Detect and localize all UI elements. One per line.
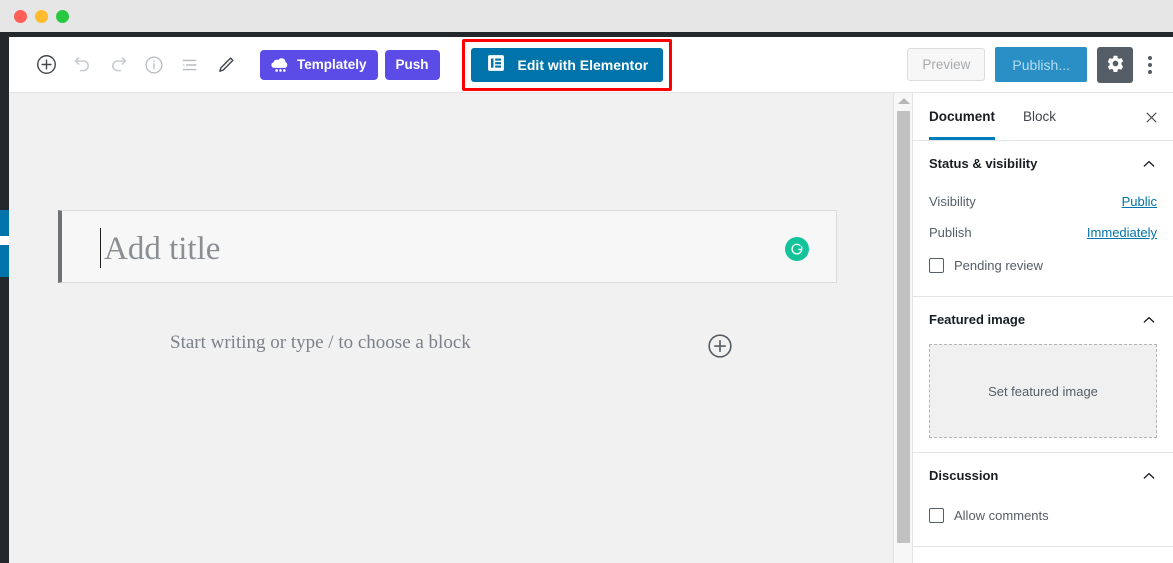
elementor-label: Edit with Elementor [517, 56, 649, 73]
grammarly-icon[interactable] [785, 237, 809, 261]
window-zoom-button[interactable] [56, 9, 69, 23]
elementor-highlight-box: Edit with Elementor [461, 38, 673, 91]
set-featured-image-button[interactable]: Set featured image [929, 344, 1157, 438]
kebab-dot [1148, 69, 1152, 74]
tab-block[interactable]: Block [1023, 93, 1056, 140]
scroll-up-arrow-icon[interactable] [898, 98, 910, 104]
publish-button[interactable]: Publish... [995, 47, 1087, 82]
editor-window: Templately Push Edit with Elementor Prev… [0, 0, 1173, 563]
redo-icon[interactable] [100, 47, 136, 83]
pending-review-checkbox[interactable] [929, 257, 944, 273]
row-allow-comments: Allow comments [929, 498, 1157, 532]
pending-review-label: Pending review [954, 257, 1043, 273]
templately-label: Templately [297, 57, 367, 72]
more-options-button[interactable] [1135, 47, 1165, 83]
header-left-tools: Templately Push Edit with Elementor [28, 37, 673, 92]
kebab-dot [1148, 55, 1152, 60]
templately-cloud-icon [271, 55, 290, 75]
settings-gear-button[interactable] [1097, 46, 1133, 83]
templately-button[interactable]: Templately [260, 49, 378, 80]
editor-canvas: Add title Start writing or type / to cho… [9, 93, 893, 563]
kebab-dot [1148, 62, 1152, 67]
settings-sidebar: Document Block Status & visibility Visib… [912, 93, 1173, 563]
chevron-up-icon[interactable] [1141, 312, 1157, 328]
window-titlebar [0, 0, 1173, 32]
paragraph-placeholder[interactable]: Start writing or type / to choose a bloc… [170, 332, 471, 354]
panel-title: Discussion [929, 468, 999, 483]
panel-status-visibility-header[interactable]: Status & visibility [929, 141, 1157, 186]
info-icon[interactable] [136, 47, 172, 83]
row-publish: Publish Immediately [929, 217, 1157, 248]
admin-menu-highlight-3 [0, 245, 9, 277]
allow-comments-label: Allow comments [954, 507, 1049, 523]
window-close-button[interactable] [14, 9, 27, 23]
panel-featured-image-header[interactable]: Featured image [929, 297, 1157, 342]
panel-discussion-header[interactable]: Discussion [929, 453, 1157, 498]
visibility-value-link[interactable]: Public [1122, 194, 1157, 209]
publish-value-link[interactable]: Immediately [1087, 225, 1157, 240]
edit-pencil-icon[interactable] [208, 47, 244, 83]
tab-document[interactable]: Document [929, 93, 996, 140]
post-title-field[interactable]: Add title [58, 210, 837, 283]
row-visibility: Visibility Public [929, 186, 1157, 217]
chevron-up-icon[interactable] [1141, 156, 1157, 172]
push-label: Push [395, 57, 429, 72]
admin-menu-highlight-1 [0, 210, 9, 236]
push-button[interactable]: Push [384, 49, 440, 80]
gear-icon [1106, 54, 1125, 76]
scrollbar-thumb[interactable] [897, 111, 910, 543]
publish-label: Publish [929, 225, 972, 240]
visibility-label: Visibility [929, 194, 976, 209]
admin-menu-highlight-2 [0, 236, 9, 245]
panel-title: Status & visibility [929, 156, 1038, 171]
allow-comments-checkbox[interactable] [929, 507, 944, 523]
preview-button[interactable]: Preview [907, 48, 986, 81]
canvas-scrollbar[interactable] [893, 93, 912, 563]
undo-icon[interactable] [64, 47, 100, 83]
post-title-placeholder: Add title [104, 231, 221, 267]
elementor-document-icon [486, 53, 506, 76]
text-cursor [100, 228, 101, 268]
panel-title: Featured image [929, 312, 1026, 327]
sidebar-tabs: Document Block [913, 93, 1173, 141]
window-minimize-button[interactable] [35, 9, 48, 23]
close-icon[interactable] [1139, 105, 1163, 129]
header-right-tools: Preview Publish... [907, 37, 1165, 92]
editor-header: Templately Push Edit with Elementor Prev… [9, 37, 1173, 93]
edit-with-elementor-button[interactable]: Edit with Elementor [470, 47, 664, 82]
panel-discussion: Discussion Allow comments [913, 453, 1173, 547]
list-view-icon[interactable] [172, 47, 208, 83]
panel-status-visibility: Status & visibility Visibility Public Pu… [913, 141, 1173, 297]
add-block-icon[interactable] [28, 47, 64, 83]
wp-admin-sidebar-rail[interactable] [0, 37, 9, 563]
chevron-up-icon[interactable] [1141, 468, 1157, 484]
row-pending-review: Pending review [929, 248, 1157, 282]
add-block-inline-icon[interactable] [707, 333, 733, 359]
panel-featured-image: Featured image Set featured image [913, 297, 1173, 453]
